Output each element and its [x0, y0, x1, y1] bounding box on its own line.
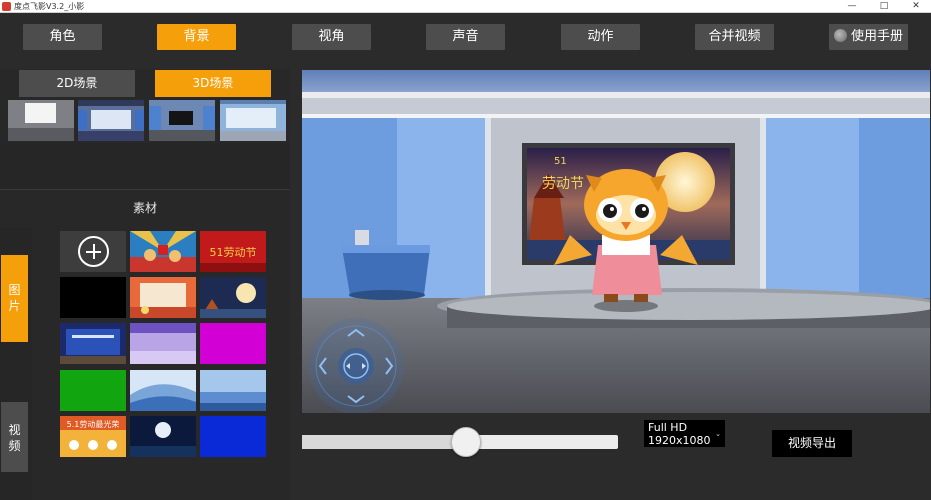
export-video-button[interactable]: 视频导出	[772, 430, 852, 457]
asset-thumbnail[interactable]: 51劳动节	[200, 231, 266, 272]
top-menu: 角色 背景 视角 声音 动作 合并视频 使用手册	[0, 13, 931, 69]
asset-thumbnail[interactable]	[200, 277, 266, 318]
screen-text-51: 51	[554, 156, 567, 167]
side-tab-video[interactable]: 视频	[1, 402, 28, 472]
assets-title: 素材	[132, 201, 157, 215]
asset-thumbnail[interactable]	[130, 231, 196, 272]
timeline-slider-thumb[interactable]	[451, 427, 481, 457]
side-tab-image-label: 图片	[8, 283, 21, 313]
manual-label: 使用手册	[850, 29, 903, 44]
side-tab-image[interactable]: 图片	[1, 255, 28, 342]
screen-text-holiday: 劳动节	[542, 176, 584, 192]
menu-sound-button[interactable]: 声音	[426, 24, 505, 50]
menu-role-button[interactable]: 角色	[23, 24, 102, 50]
scene-list-area	[0, 143, 290, 189]
asset-text: 51劳动节	[210, 246, 257, 259]
asset-thumbnail[interactable]	[60, 323, 126, 364]
close-button[interactable]: ✕	[904, 0, 928, 13]
tab-3d-scene[interactable]: 3D场景	[155, 70, 271, 97]
title-bar: 度点飞影V3.2_小影 — □ ✕	[0, 0, 931, 13]
resolution-line1: Full HD	[648, 421, 688, 434]
manual-button[interactable]: 使用手册	[829, 24, 908, 50]
resolution-select[interactable]: Full HD 1920x1080 ⌄	[644, 420, 725, 447]
asset-thumbnail[interactable]	[130, 277, 196, 318]
menu-view-button[interactable]: 视角	[292, 24, 371, 50]
asset-thumbnail[interactable]	[60, 277, 126, 318]
add-asset-button[interactable]	[60, 231, 126, 272]
chevron-down-icon: ⌄	[715, 430, 721, 438]
asset-thumbnail[interactable]	[130, 370, 196, 411]
asset-thumbnail[interactable]	[200, 323, 266, 364]
resolution-line2: 1920x1080	[648, 434, 711, 447]
maximize-button[interactable]: □	[872, 0, 896, 13]
studio-scene: 51 劳动节	[302, 70, 930, 413]
asset-thumbnail[interactable]	[200, 416, 266, 457]
asset-thumbnail[interactable]	[200, 370, 266, 411]
scene-thumbnail[interactable]	[220, 100, 286, 141]
asset-thumbnail[interactable]	[60, 370, 126, 411]
divider	[0, 189, 290, 190]
minimize-button[interactable]: —	[840, 0, 864, 13]
app-logo-icon	[2, 2, 11, 11]
globe-icon	[833, 29, 847, 42]
side-tab-video-label: 视频	[8, 423, 21, 453]
asset-thumbnail[interactable]	[130, 416, 196, 457]
scene-preview[interactable]: 51 劳动节	[302, 70, 930, 413]
tab-2d-scene[interactable]: 2D场景	[19, 70, 135, 97]
menu-action-button[interactable]: 动作	[561, 24, 640, 50]
menu-merge-video-button[interactable]: 合并视频	[695, 24, 774, 50]
asset-text: 5.1劳动最光荣	[67, 419, 120, 429]
asset-thumbnail[interactable]: 5.1劳动最光荣	[60, 416, 126, 457]
scene-thumbnail[interactable]	[8, 100, 74, 141]
window-title: 度点飞影V3.2_小影	[14, 2, 85, 11]
timeline-slider-fill	[302, 435, 467, 449]
menu-background-button[interactable]: 背景	[157, 24, 236, 50]
scene-thumbnail[interactable]	[78, 100, 144, 141]
camera-joystick[interactable]	[308, 318, 404, 413]
scene-thumbnail[interactable]	[149, 100, 215, 141]
plus-icon	[78, 236, 109, 267]
asset-thumbnail[interactable]	[130, 323, 196, 364]
